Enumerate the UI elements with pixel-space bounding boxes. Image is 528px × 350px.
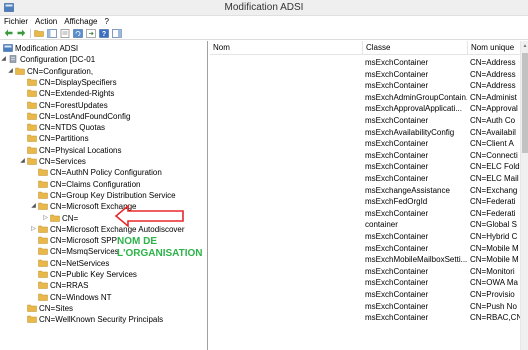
organisation-label-line2: L'ORGANISATION (117, 248, 203, 259)
organisation-label: NOM DE L'ORGANISATION (117, 236, 203, 260)
organisation-label-line1: NOM DE (117, 236, 157, 247)
red-arrow (114, 204, 184, 228)
annotation-overlay (114, 204, 184, 228)
